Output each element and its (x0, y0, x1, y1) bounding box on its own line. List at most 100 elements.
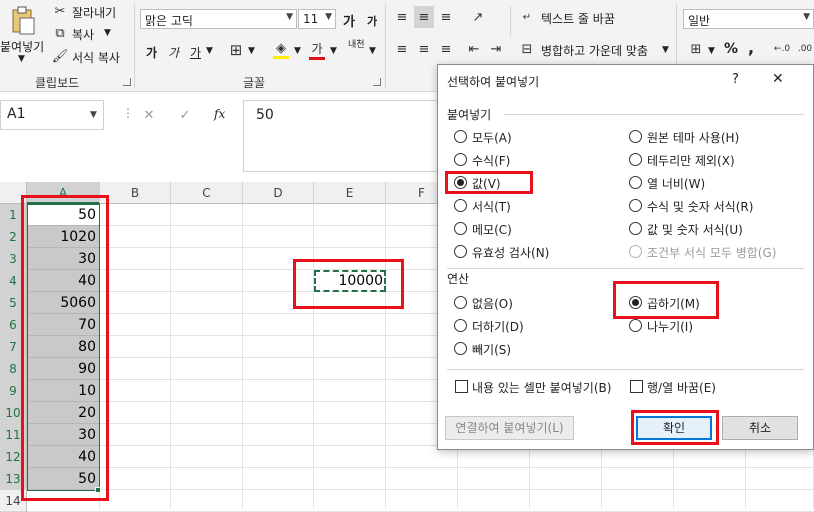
radio-paste_left-4[interactable] (454, 222, 467, 235)
orientation-icon[interactable]: ↗ (466, 8, 490, 26)
copy-icon[interactable]: ⧉ (52, 25, 68, 41)
merge-dropdown-icon[interactable]: ▼ (662, 45, 669, 55)
radio-paste_right-4[interactable] (629, 222, 642, 235)
phonetic-dropdown-icon[interactable]: ▼ (369, 46, 376, 56)
insert-function-icon[interactable]: fx (214, 107, 225, 121)
accounting-dropdown-icon[interactable]: ▼ (708, 46, 715, 56)
paste-special-dialog[interactable]: 선택하여 붙여넣기 ? ✕ 붙여넣기 모두(A) 수식(F) 값(V) 서식(T) 메모… (437, 64, 814, 450)
radio-paste_left-1[interactable] (454, 153, 467, 166)
italic-button[interactable]: 가 (168, 44, 179, 61)
copy-dropdown-icon[interactable]: ▼ (104, 28, 111, 38)
font-color-icon[interactable]: 가 (308, 40, 326, 60)
border-icon[interactable]: ⊞ (228, 41, 244, 59)
paste-icon[interactable] (6, 4, 40, 38)
radio-paste_right-5[interactable] (629, 245, 642, 258)
transpose-label[interactable]: 행/열 바꿈(E) (647, 379, 716, 396)
cut-button[interactable]: 잘라내기 (72, 4, 116, 21)
option-label-op_left-1[interactable]: 더하기(D) (472, 318, 524, 335)
fill-color-dropdown-icon[interactable]: ▼ (294, 46, 301, 56)
underline-dropdown-icon[interactable]: ▼ (206, 46, 213, 56)
font-name-combo[interactable]: 맑은 고딕 ▼ (140, 9, 297, 29)
chevron-down-icon[interactable]: ▼ (286, 12, 293, 22)
radio-op_right-1[interactable] (629, 319, 642, 332)
increase-decimal-icon[interactable]: ←.0 (772, 40, 792, 58)
name-box-dropdown-icon[interactable]: ▼ (90, 110, 97, 120)
chevron-down-icon[interactable]: ▼ (325, 12, 332, 22)
column-header-b[interactable]: B (100, 182, 171, 204)
option-label-paste_right-2[interactable]: 열 너비(W) (647, 175, 705, 192)
align-left-icon[interactable]: ≡ (392, 40, 412, 58)
help-icon[interactable]: ? (732, 72, 739, 87)
wrap-text-icon[interactable]: ↵ (518, 8, 536, 26)
option-label-paste_right-3[interactable]: 수식 및 숫자 서식(R) (647, 198, 753, 215)
accounting-format-icon[interactable]: ⊞ (686, 40, 706, 58)
skip-blanks-checkbox[interactable] (455, 380, 468, 393)
merge-center-icon[interactable]: ⊟ (518, 40, 536, 58)
option-label-paste_left-3[interactable]: 서식(T) (472, 198, 511, 215)
grow-font-button[interactable]: 가 (343, 11, 355, 30)
align-middle-icon[interactable]: ≡ (414, 6, 434, 28)
comma-button[interactable]: , (748, 38, 754, 57)
align-right-icon[interactable]: ≡ (436, 40, 456, 58)
option-label-paste_right-5[interactable]: 조건부 서식 모두 병합(G) (647, 244, 776, 261)
column-header-e[interactable]: E (314, 182, 386, 204)
formula-bar-grip-icon[interactable]: ⋮ (122, 106, 134, 120)
format-painter-button[interactable]: 서식 복사 (72, 49, 120, 66)
option-label-paste_left-5[interactable]: 유효성 검사(N) (472, 244, 549, 261)
fill-color-icon[interactable]: ◈ (272, 40, 290, 60)
option-label-paste_left-1[interactable]: 수식(F) (472, 152, 510, 169)
number-format-combo[interactable]: 일반 ▼ (683, 9, 814, 29)
radio-paste_right-1[interactable] (629, 153, 642, 166)
radio-paste_left-0[interactable] (454, 130, 467, 143)
transpose-checkbox[interactable] (630, 380, 643, 393)
clipboard-launcher-icon[interactable] (123, 78, 131, 86)
wrap-text-button[interactable]: 텍스트 줄 바꿈 (541, 10, 615, 27)
option-label-op_right-1[interactable]: 나누기(I) (647, 318, 693, 335)
cancel-button[interactable]: 취소 (722, 416, 798, 440)
percent-button[interactable]: % (724, 41, 738, 57)
option-label-paste_right-1[interactable]: 테두리만 제외(X) (647, 152, 735, 169)
radio-paste_right-3[interactable] (629, 199, 642, 212)
align-center-icon[interactable]: ≡ (414, 40, 434, 58)
option-label-paste_left-0[interactable]: 모두(A) (472, 129, 512, 146)
border-dropdown-icon[interactable]: ▼ (248, 46, 255, 56)
option-label-paste_left-4[interactable]: 메모(C) (472, 221, 512, 238)
align-top-icon[interactable]: ≡ (392, 8, 412, 26)
radio-op_left-1[interactable] (454, 319, 467, 332)
shrink-font-button[interactable]: 가 (367, 13, 377, 29)
radio-paste_right-2[interactable] (629, 176, 642, 189)
paste-button[interactable]: 붙여넣기 (0, 38, 44, 55)
skip-blanks-label[interactable]: 내용 있는 셀만 붙여넣기(B) (472, 379, 611, 396)
paste-link-button[interactable]: 연결하여 붙여넣기(L) (445, 416, 574, 440)
option-label-paste_right-4[interactable]: 값 및 숫자 서식(U) (647, 221, 743, 238)
copy-button[interactable]: 복사 (72, 26, 94, 43)
decrease-indent-icon[interactable]: ⇤ (464, 40, 484, 58)
bold-button[interactable]: 가 (146, 44, 157, 61)
name-box[interactable]: A1 (0, 100, 104, 130)
phonetic-button[interactable]: 내천 (348, 40, 366, 50)
column-header-d[interactable]: D (243, 182, 314, 204)
option-label-op_left-0[interactable]: 없음(O) (472, 295, 513, 312)
align-bottom-icon[interactable]: ≡ (436, 8, 456, 26)
chevron-down-icon[interactable]: ▼ (803, 12, 810, 22)
font-launcher-icon[interactable] (373, 78, 381, 86)
format-painter-icon[interactable]: 🖌 (52, 48, 69, 64)
font-size-combo[interactable]: 11 ▼ (298, 9, 336, 29)
merge-center-button[interactable]: 병합하고 가운데 맞춤 (541, 42, 648, 59)
paste-dropdown-icon[interactable]: ▼ (18, 54, 25, 64)
radio-paste_right-0[interactable] (629, 130, 642, 143)
close-icon[interactable]: ✕ (772, 71, 784, 87)
radio-paste_left-3[interactable] (454, 199, 467, 212)
underline-button[interactable]: 가 (190, 44, 201, 61)
radio-op_left-0[interactable] (454, 296, 467, 309)
cancel-icon[interactable]: ✕ (140, 106, 158, 124)
font-color-dropdown-icon[interactable]: ▼ (330, 46, 337, 56)
column-header-c[interactable]: C (171, 182, 243, 204)
radio-op_left-2[interactable] (454, 342, 467, 355)
decrease-decimal-icon[interactable]: .00 (796, 40, 814, 58)
increase-indent-icon[interactable]: ⇥ (486, 40, 506, 58)
enter-icon[interactable]: ✓ (176, 106, 194, 124)
option-label-paste_right-0[interactable]: 원본 테마 사용(H) (647, 129, 739, 146)
option-label-op_left-2[interactable]: 빼기(S) (472, 341, 511, 358)
radio-paste_left-5[interactable] (454, 245, 467, 258)
